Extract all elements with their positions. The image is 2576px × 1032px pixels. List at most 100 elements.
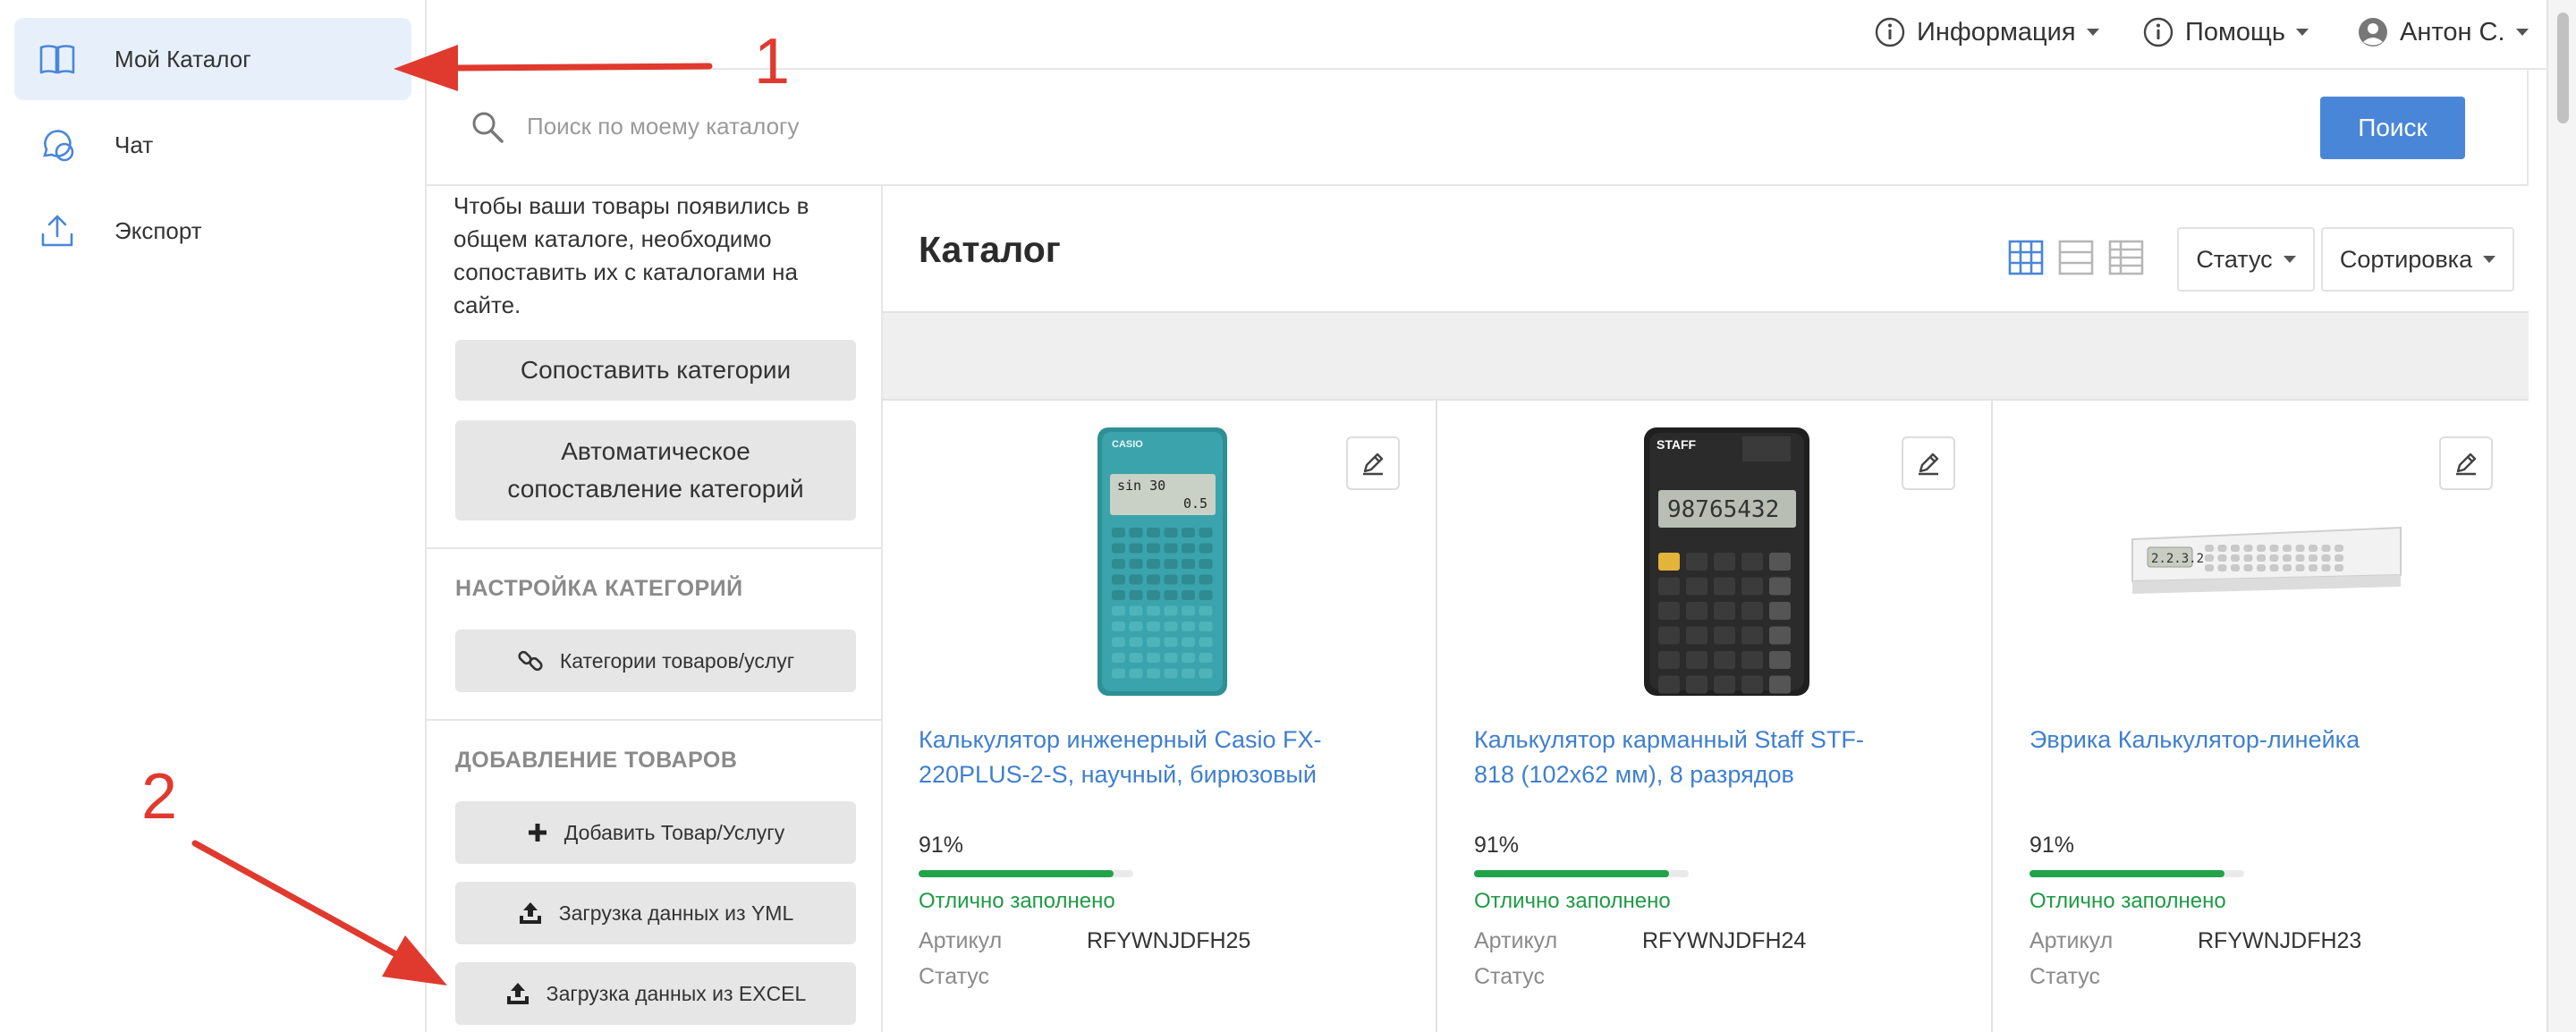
product-card: CASIO sin 30 0.5 Калькулятор инженерный … bbox=[883, 401, 1437, 1032]
calc-key bbox=[1182, 605, 1195, 616]
calc-key bbox=[1112, 559, 1125, 569]
fill-progress-value bbox=[919, 870, 1114, 877]
upload-yml-label: Загрузка данных из YML bbox=[558, 901, 794, 925]
calc-key bbox=[1741, 602, 1763, 620]
left-nav: Мой Каталог Чат Экспорт bbox=[0, 0, 427, 1032]
add-product-button[interactable]: Добавить Товар/Услугу bbox=[455, 801, 856, 864]
article-label: Артикул bbox=[1474, 928, 1558, 953]
calc-key bbox=[2257, 545, 2266, 552]
edit-button[interactable] bbox=[1902, 436, 1955, 490]
calc-key bbox=[1199, 528, 1213, 537]
grid-view-icon[interactable] bbox=[2008, 240, 2044, 275]
nav-item-chat[interactable]: Чат bbox=[14, 104, 411, 186]
list-view-icon[interactable] bbox=[2058, 240, 2094, 275]
help-menu[interactable]: Помощь bbox=[2142, 14, 2309, 50]
upload-yml-button[interactable]: Загрузка данных из YML bbox=[455, 882, 856, 944]
product-categories-button[interactable]: Категории товаров/услуг bbox=[455, 630, 856, 692]
sort-dropdown-label: Сортировка bbox=[2339, 245, 2473, 273]
info-icon bbox=[1875, 17, 1905, 47]
calc-key bbox=[1714, 675, 1735, 694]
pencil-icon bbox=[2456, 453, 2477, 476]
user-avatar-icon bbox=[2359, 18, 2387, 47]
upload-icon bbox=[519, 902, 541, 924]
calc-key bbox=[1129, 637, 1143, 647]
upload-excel-button[interactable]: Загрузка данных из EXCEL bbox=[455, 962, 856, 1025]
product-image[interactable]: STAFF 98765432 bbox=[1474, 427, 1957, 696]
edit-button[interactable] bbox=[1346, 436, 1400, 490]
help-menu-label: Помощь bbox=[2185, 17, 2286, 47]
plus-icon bbox=[528, 824, 547, 842]
auto-match-categories-button[interactable]: Автоматическое сопоставление категорий bbox=[455, 420, 856, 520]
calc-key bbox=[1129, 543, 1143, 554]
calc-key bbox=[2205, 545, 2214, 552]
fill-progress-value bbox=[1474, 870, 1670, 877]
calc-key bbox=[2283, 564, 2292, 571]
calc-key bbox=[1199, 605, 1213, 616]
product-image[interactable]: CASIO sin 30 0.5 bbox=[919, 427, 1402, 696]
calc-key bbox=[2269, 545, 2279, 552]
calc-key bbox=[2283, 554, 2292, 562]
calc-key bbox=[1182, 543, 1195, 554]
catalog-info-text: Чтобы ваши товары появились в общем ката… bbox=[453, 192, 809, 318]
calc-key bbox=[2295, 554, 2305, 562]
calc-key bbox=[1112, 668, 1125, 679]
nav-item-export[interactable]: Экспорт bbox=[14, 190, 411, 272]
calc-key bbox=[1199, 574, 1213, 585]
status-dropdown[interactable]: Статус bbox=[2177, 227, 2315, 292]
edit-button[interactable] bbox=[2439, 436, 2493, 490]
calc-key bbox=[1129, 622, 1143, 631]
calc-key bbox=[1182, 668, 1195, 679]
search-icon bbox=[472, 112, 504, 143]
scrollbar-thumb[interactable] bbox=[2557, 13, 2569, 123]
user-menu-label: Антон С. bbox=[2400, 17, 2505, 47]
svg-text:STAFF: STAFF bbox=[1657, 437, 1697, 452]
upload-icon bbox=[506, 983, 529, 1004]
catalog-sidebar: Чтобы ваши товары появились в общем ката… bbox=[427, 186, 883, 1032]
calc-key bbox=[1741, 651, 1763, 669]
calc-key bbox=[1714, 626, 1735, 645]
info-menu-label: Информация bbox=[1917, 17, 2076, 47]
calc-key bbox=[1769, 577, 1791, 596]
product-title-link[interactable]: Калькулятор инженерный Casio FX-220PLUS-… bbox=[919, 723, 1339, 792]
calc-key bbox=[1112, 637, 1125, 647]
match-categories-button[interactable]: Сопоставить категории bbox=[455, 340, 856, 401]
calc-key bbox=[2309, 554, 2318, 562]
calc-key bbox=[2283, 545, 2292, 552]
status-label: Статус bbox=[919, 964, 990, 989]
calc-key bbox=[1164, 668, 1178, 679]
match-categories-label: Сопоставить категории bbox=[520, 356, 792, 384]
search-button[interactable]: Поиск bbox=[2320, 97, 2465, 159]
calc-key bbox=[1199, 622, 1213, 631]
status-label: Статус bbox=[2029, 964, 2101, 989]
annotation-number-2: 2 bbox=[141, 761, 178, 833]
fill-quality-label: Отлично заполнено bbox=[2029, 889, 2226, 913]
table-view-icon[interactable] bbox=[2108, 240, 2144, 275]
calc-key bbox=[2309, 564, 2318, 571]
svg-text:CASIO: CASIO bbox=[1112, 439, 1143, 450]
user-menu[interactable]: Антон С. bbox=[2357, 14, 2529, 50]
article-value: RFYWNJDFH23 bbox=[2198, 928, 2362, 953]
product-title-link[interactable]: Эврика Калькулятор-линейка bbox=[2029, 723, 2450, 757]
calc-key bbox=[1112, 528, 1125, 537]
calc-key bbox=[2257, 564, 2266, 571]
calc-key bbox=[2269, 564, 2279, 571]
section-title-categories: НАСТРОЙКА КАТЕГОРИЙ bbox=[455, 576, 743, 601]
calc-key bbox=[1686, 602, 1707, 620]
sort-dropdown[interactable]: Сортировка bbox=[2321, 227, 2514, 292]
calc-key bbox=[1769, 602, 1791, 620]
calc-display: 98765432 bbox=[1667, 496, 1779, 523]
status-dropdown-label: Статус bbox=[2196, 245, 2273, 273]
info-menu[interactable]: Информация bbox=[1874, 14, 2099, 50]
fill-quality-label: Отлично заполнено bbox=[1474, 889, 1671, 913]
divider bbox=[427, 719, 883, 721]
calc-key bbox=[1658, 626, 1680, 645]
product-title-link[interactable]: Калькулятор карманный Staff STF-818 (102… bbox=[1474, 723, 1894, 792]
calc-key bbox=[1686, 651, 1707, 669]
section-title-add-products: ДОБАВЛЕНИЕ ТОВАРОВ bbox=[455, 748, 738, 773]
calc-key bbox=[1147, 574, 1160, 585]
nav-item-my-catalog[interactable]: Мой Каталог bbox=[14, 18, 411, 100]
calc-key bbox=[1164, 590, 1178, 600]
nav-label-chat: Чат bbox=[114, 131, 154, 158]
page-scrollbar[interactable] bbox=[2546, 0, 2576, 1032]
search-input[interactable] bbox=[527, 104, 1779, 148]
